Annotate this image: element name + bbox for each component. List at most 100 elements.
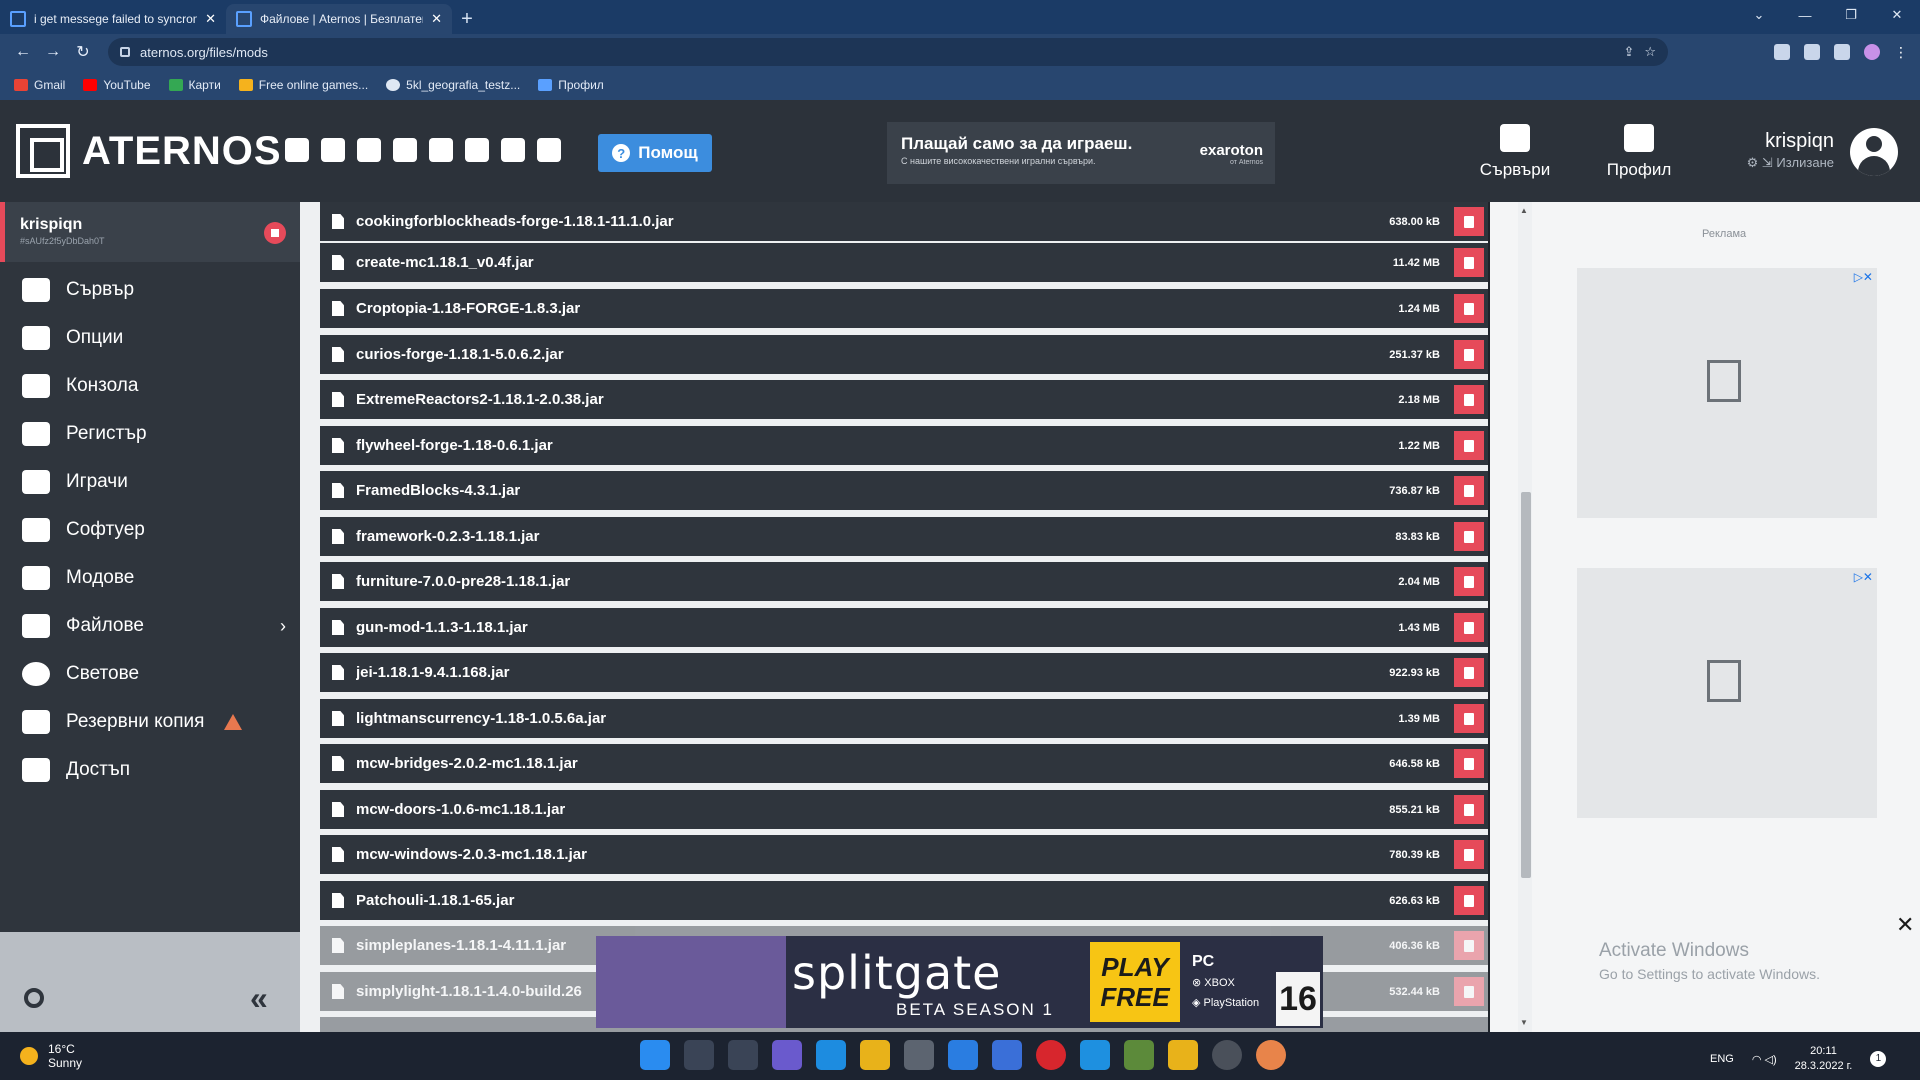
delete-trash-icon[interactable] — [1454, 385, 1484, 414]
nav-servers[interactable]: Сървъри — [1470, 124, 1560, 180]
minecraft-icon[interactable] — [1124, 1040, 1154, 1070]
help-button[interactable]: ? Помощ — [598, 134, 712, 172]
bookmark-youtube[interactable]: YouTube — [83, 78, 151, 92]
adchoices-close-icon[interactable]: ▷✕ — [1854, 270, 1873, 284]
file-row[interactable]: lightmanscurrency-1.18-1.0.5.6a.jar 1.39 … — [320, 699, 1488, 738]
settings-gear-icon[interactable] — [24, 988, 44, 1008]
delete-trash-icon[interactable] — [1454, 840, 1484, 869]
tab-close-icon[interactable]: ✕ — [205, 11, 216, 27]
ad-slot-1[interactable]: ▷✕ — [1577, 268, 1877, 518]
profile-avatar-icon[interactable] — [1864, 44, 1880, 60]
delete-trash-icon[interactable] — [1454, 207, 1484, 236]
tab-search-icon[interactable]: ⌄ — [1736, 0, 1782, 30]
file-row[interactable]: jei-1.18.1-9.4.1.168.jar 922.93 kB — [320, 653, 1488, 692]
delete-trash-icon[interactable] — [1454, 704, 1484, 733]
start-windows-icon[interactable] — [640, 1040, 670, 1070]
puzzle-icon[interactable] — [1804, 44, 1820, 60]
aternos-logo[interactable]: ATERNOS — [16, 124, 282, 178]
bookmark-geografia[interactable]: 5kl_geografia_testz... — [386, 78, 520, 92]
sidebar-item-server[interactable]: Сървър — [0, 266, 300, 314]
delete-trash-icon[interactable] — [1454, 431, 1484, 460]
file-explorer-icon[interactable] — [1168, 1040, 1198, 1070]
app-circle-icon[interactable] — [1212, 1040, 1242, 1070]
bookmark-maps[interactable]: Карти — [168, 78, 221, 92]
reload-icon[interactable]: ↻ — [68, 42, 98, 62]
notification-badge[interactable]: 1 — [1870, 1051, 1887, 1067]
sidebar-item-options[interactable]: Опции — [0, 314, 300, 362]
delete-trash-icon[interactable] — [1454, 977, 1484, 1006]
chrome-active-icon[interactable] — [1256, 1040, 1286, 1070]
file-row[interactable]: furniture-7.0.0-pre28-1.18.1.jar 2.04 MB — [320, 562, 1488, 601]
delete-trash-icon[interactable] — [1454, 476, 1484, 505]
nav-profile[interactable]: Профил — [1594, 124, 1684, 180]
server-card[interactable]: krispiqn #sAUfz2f5yDbDah0T — [0, 202, 300, 262]
exaroton-ad-banner[interactable]: Плащай само за да играеш. С нашите висок… — [887, 122, 1275, 184]
sidebar-item-files[interactable]: Файлове › — [0, 602, 300, 650]
forward-icon[interactable]: → — [38, 43, 68, 61]
youtube-icon[interactable] — [357, 138, 381, 162]
delete-trash-icon[interactable] — [1454, 931, 1484, 960]
bookmark-gmail[interactable]: Gmail — [14, 78, 65, 92]
sidebar-item-backups[interactable]: Резервни копия — [0, 698, 300, 746]
close-window-icon[interactable]: ✕ — [1874, 0, 1920, 30]
extension-icon[interactable] — [1774, 44, 1790, 60]
clock[interactable]: 20:11 28.3.2022 г. — [1795, 1044, 1853, 1074]
file-row[interactable]: mcw-doors-1.0.6-mc1.18.1.jar 855.21 kB — [320, 790, 1488, 829]
file-row[interactable]: Patchouli-1.18.1-65.jar 626.63 kB — [320, 881, 1488, 920]
delete-trash-icon[interactable] — [1454, 567, 1484, 596]
teams-chat-icon[interactable] — [772, 1040, 802, 1070]
url-input[interactable]: aternos.org/files/mods ⇪ ☆ — [108, 38, 1668, 66]
close-ad-icon[interactable]: ✕ — [1896, 912, 1914, 938]
twitter-icon[interactable] — [285, 138, 309, 162]
file-row[interactable]: framework-0.2.3-1.18.1.jar 83.83 kB — [320, 517, 1488, 556]
adchoices-close-icon[interactable]: ▷✕ — [1854, 570, 1873, 584]
discord-icon[interactable] — [465, 138, 489, 162]
language-indicator[interactable]: ENG — [1710, 1053, 1734, 1065]
file-row[interactable]: gun-mod-1.1.3-1.18.1.jar 1.43 MB — [320, 608, 1488, 647]
sidebar-item-console[interactable]: Конзола — [0, 362, 300, 410]
sidebar-item-access[interactable]: Достъп — [0, 746, 300, 794]
store-icon[interactable] — [992, 1040, 1022, 1070]
support-headset-icon[interactable] — [501, 138, 525, 162]
search-icon[interactable] — [684, 1040, 714, 1070]
side-panel-icon[interactable] — [1834, 44, 1850, 60]
sidebar-item-worlds[interactable]: Светове — [0, 650, 300, 698]
sidebar-item-log[interactable]: Регистър — [0, 410, 300, 458]
delete-trash-icon[interactable] — [1454, 613, 1484, 642]
file-row[interactable]: flywheel-forge-1.18-0.6.1.jar 1.22 MB — [320, 426, 1488, 465]
scroll-up-icon[interactable]: ▲ — [1520, 206, 1528, 215]
tool-icon[interactable] — [904, 1040, 934, 1070]
tab-close-icon[interactable]: ✕ — [431, 11, 442, 27]
sidebar-item-mods[interactable]: Модове — [0, 554, 300, 602]
sidebar-item-players[interactable]: Играчи — [0, 458, 300, 506]
logout-link[interactable]: ⚙ ⇲ Излизане — [1730, 155, 1834, 171]
mail-icon[interactable] — [948, 1040, 978, 1070]
sidebar-item-software[interactable]: Софтуер — [0, 506, 300, 554]
weather-widget[interactable]: 16°C Sunny — [20, 1042, 82, 1070]
app-blue-icon[interactable] — [1080, 1040, 1110, 1070]
reddit-icon[interactable] — [429, 138, 453, 162]
opera-icon[interactable] — [1036, 1040, 1066, 1070]
delete-trash-icon[interactable] — [1454, 522, 1484, 551]
minimize-icon[interactable]: — — [1782, 0, 1828, 30]
file-row[interactable]: ExtremeReactors2-1.18.1-2.0.38.jar 2.18 M… — [320, 380, 1488, 419]
restore-icon[interactable]: ❐ — [1828, 0, 1874, 30]
menu-dots-icon[interactable]: ⋮ — [1894, 44, 1908, 60]
task-view-icon[interactable] — [728, 1040, 758, 1070]
scrollbar-thumb[interactable] — [1521, 492, 1531, 878]
file-row[interactable]: mcw-windows-2.0.3-mc1.18.1.jar 780.39 kB — [320, 835, 1488, 874]
delete-trash-icon[interactable] — [1454, 294, 1484, 323]
file-row[interactable]: curios-forge-1.18.1-5.0.6.2.jar 251.37 kB — [320, 335, 1488, 374]
bookmark-games[interactable]: Free online games... — [238, 78, 368, 92]
instagram-icon[interactable] — [393, 138, 417, 162]
facebook-icon[interactable] — [321, 138, 345, 162]
ad-slot-2[interactable]: ▷✕ — [1577, 568, 1877, 818]
scroll-down-icon[interactable]: ▼ — [1520, 1018, 1528, 1027]
new-tab-button[interactable]: + — [452, 4, 482, 34]
browser-tab-1[interactable]: i get messege failed to syncrony ✕ — [0, 4, 226, 34]
wifi-volume-icon[interactable]: ◠ ◁) — [1752, 1053, 1777, 1066]
chrome-icon[interactable] — [860, 1040, 890, 1070]
delete-trash-icon[interactable] — [1454, 340, 1484, 369]
file-row[interactable]: cookingforblockheads-forge-1.18.1-11.1.0… — [320, 202, 1488, 241]
delete-trash-icon[interactable] — [1454, 248, 1484, 277]
